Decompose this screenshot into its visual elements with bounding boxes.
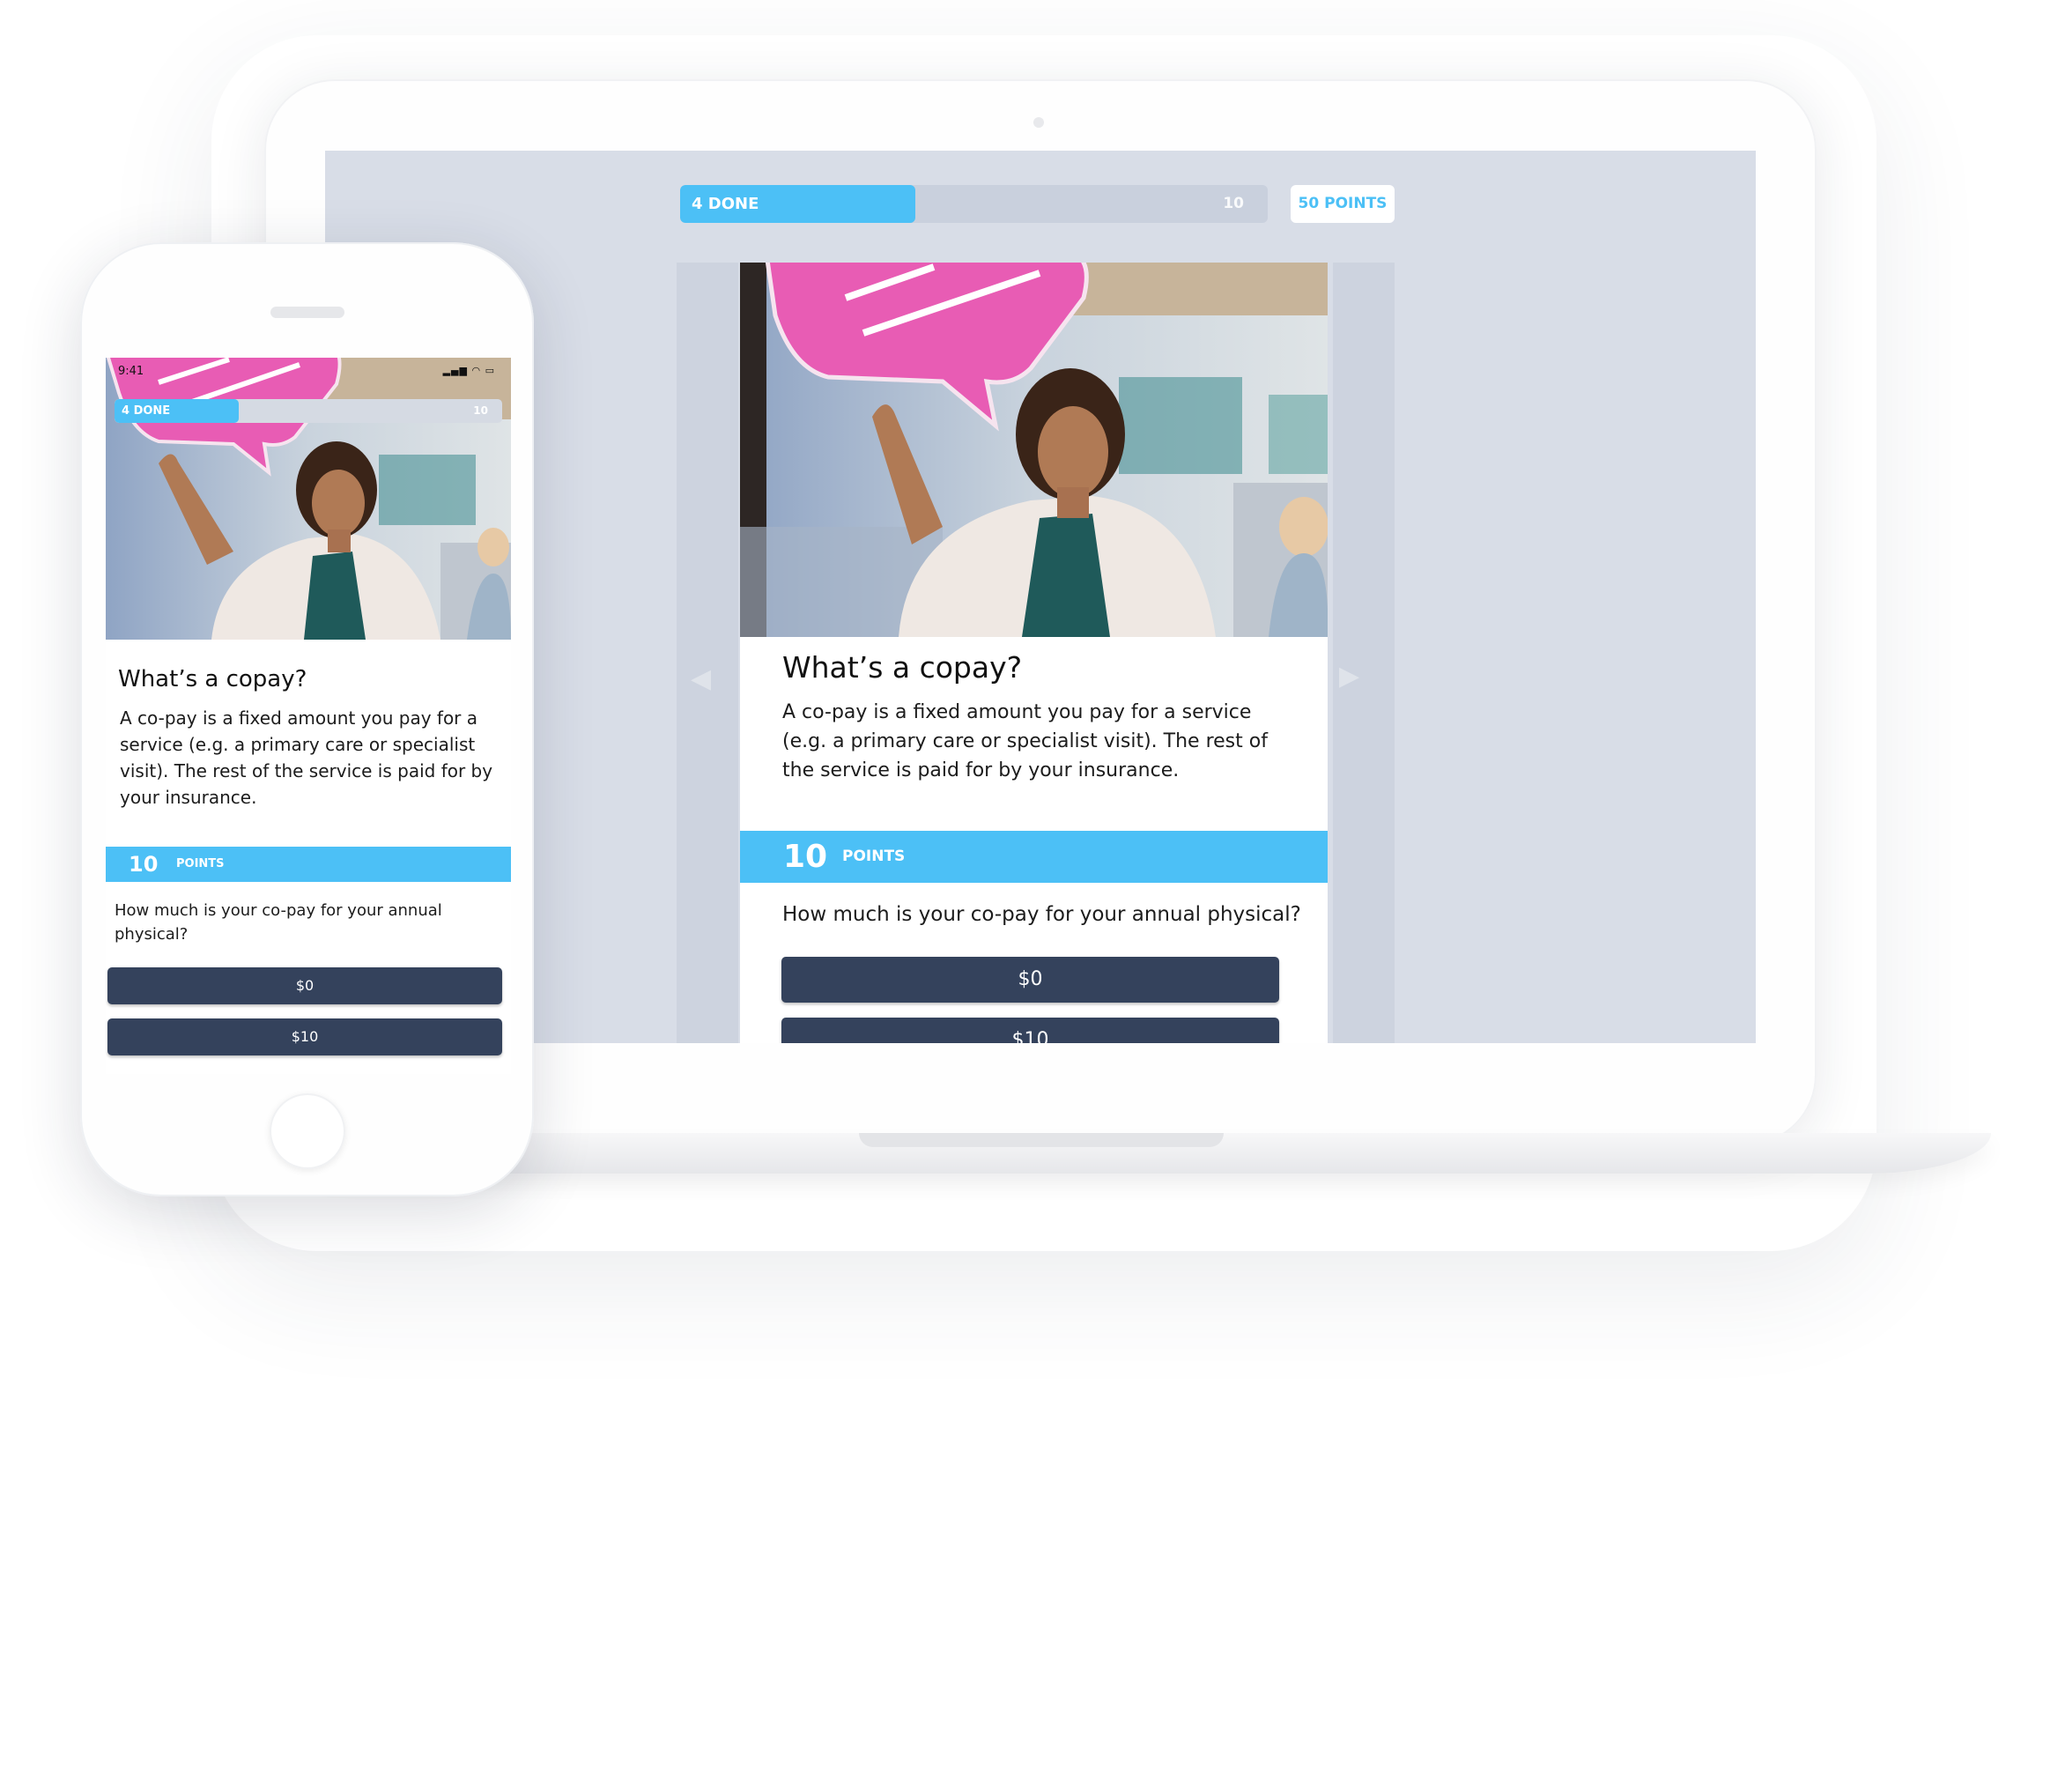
triangle-left-icon[interactable]: ◀: [691, 663, 711, 694]
wifi-icon: ◠: [471, 365, 482, 376]
points-label: POINTS: [842, 848, 906, 865]
signal-icon: ▂▄▆: [442, 365, 468, 376]
phone-points-bar: 10 POINTS: [106, 847, 511, 882]
phone-home-button[interactable]: [270, 1093, 345, 1169]
status-time: 9:41: [118, 365, 144, 378]
previous-card-panel[interactable]: [677, 263, 738, 1043]
next-card-panel[interactable]: [1333, 263, 1395, 1043]
phone-question-text: How much is your co-pay for your annual …: [115, 901, 442, 944]
phone-speaker: [270, 307, 344, 318]
battery-icon: ▭: [485, 365, 495, 376]
phone-progress-bar: 4 DONE 10: [115, 399, 502, 423]
lesson-card: What’s a copay? A co-pay is a fixed amou…: [740, 263, 1328, 1043]
phone-points-label: POINTS: [176, 857, 225, 870]
question-text: How much is your co-pay for your annual …: [782, 903, 1301, 926]
phone-progress-total-label: 10: [473, 404, 488, 417]
card-photo: [740, 263, 1328, 637]
points-bar: 10 POINTS: [740, 831, 1328, 883]
points-badge: 50 POINTS: [1291, 185, 1395, 223]
points-value: 10: [783, 839, 828, 875]
progress-total-label: 10: [1223, 195, 1244, 212]
phone-progress-done-label: 4 DONE: [122, 404, 171, 418]
answer-button-0[interactable]: $0: [781, 957, 1279, 1003]
phone-points-value: 10: [129, 852, 159, 877]
progress-done-label: 4 DONE: [692, 195, 759, 213]
phone-answer-button-0[interactable]: $0: [107, 967, 502, 1004]
laptop-notch: [859, 1133, 1224, 1147]
phone-screen: 9:41 ▂▄▆ ◠ ▭ 4 DONE 10 What’s a copay? A…: [106, 358, 511, 1074]
phone-card-description: A co-pay is a fixed amount you pay for a…: [120, 707, 493, 808]
card-description: A co-pay is a fixed amount you pay for a…: [782, 701, 1268, 781]
phone-card-photo: 9:41 ▂▄▆ ◠ ▭ 4 DONE 10: [106, 358, 511, 640]
office-woman-photo: [740, 263, 1328, 637]
triangle-right-icon[interactable]: ▶: [1339, 661, 1359, 692]
phone-answer-button-10[interactable]: $10: [107, 1018, 502, 1055]
progress-bar: 4 DONE 10: [680, 185, 1268, 223]
card-title: What’s a copay?: [782, 650, 1023, 685]
laptop-camera: [1033, 117, 1044, 128]
laptop-screen: 4 DONE 10 50 POINTS ◀ ▶ What’s a copay? …: [325, 151, 1756, 1043]
answer-button-10[interactable]: $10: [781, 1018, 1279, 1043]
status-icons: ▂▄▆ ◠ ▭: [443, 365, 495, 376]
phone-card-title: What’s a copay?: [118, 666, 307, 692]
